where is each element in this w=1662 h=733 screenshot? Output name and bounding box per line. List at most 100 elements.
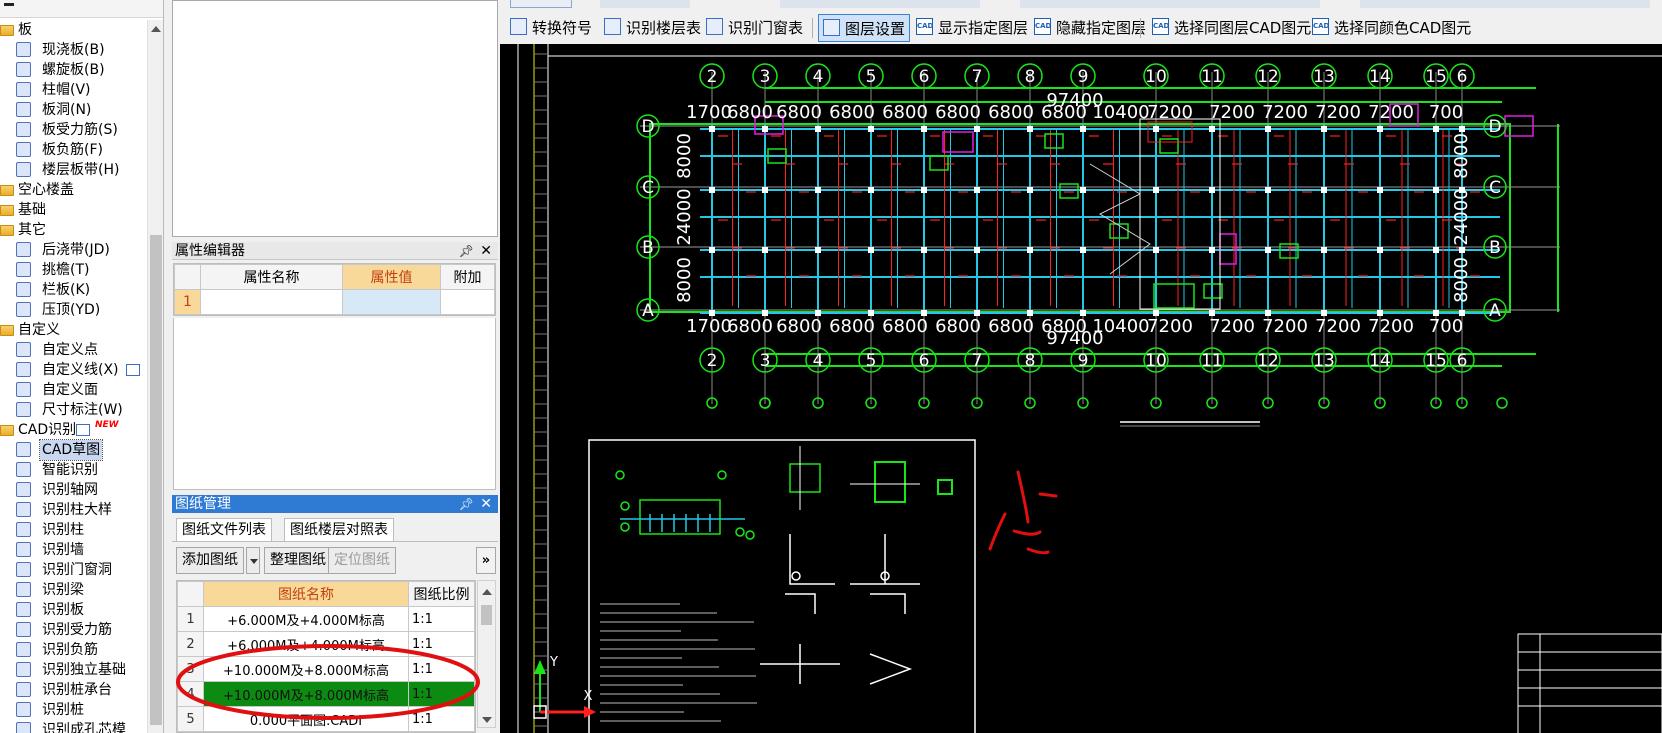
- tree-item-22[interactable]: 智能识别: [0, 460, 146, 480]
- tree-item-27[interactable]: 识别门窗洞: [0, 560, 146, 580]
- axis-number-top: 12: [1257, 67, 1279, 87]
- tree-item-label: 栏板(K): [42, 282, 91, 298]
- tree-item-31[interactable]: 识别负筋: [0, 640, 146, 660]
- dimension-bottom: 6800: [776, 316, 822, 337]
- tree-item-35[interactable]: 识别成孔芯模: [0, 720, 146, 733]
- locate-drawing-button[interactable]: 定位图纸: [328, 547, 396, 574]
- tree-item-label: 识别独立基础: [42, 662, 126, 678]
- tree-item-3[interactable]: 柱帽(V): [0, 80, 146, 100]
- toolbar-button-label: 隐藏指定图层: [1056, 19, 1147, 37]
- dimension-top: 7200: [1315, 102, 1361, 123]
- tab-drawing-file-list[interactable]: 图纸文件列表: [176, 518, 272, 542]
- axis-number-bottom: 6: [1457, 351, 1468, 371]
- tree-item-label: 自定义: [18, 322, 60, 338]
- select-same-color-button[interactable]: CAD 选择同颜色CAD图元: [1312, 14, 1471, 42]
- scrollbar-thumb[interactable]: [150, 235, 162, 725]
- folder-icon: [0, 185, 14, 196]
- axis-number-top: 8: [1025, 67, 1036, 87]
- scroll-up-icon[interactable]: [482, 589, 492, 595]
- drawing-row-number[interactable]: 1: [177, 606, 204, 632]
- property-value-header[interactable]: 属性值: [342, 264, 441, 290]
- tree-item-1[interactable]: 现浇板(B): [0, 40, 146, 60]
- tree-item-label: 板受力筋(S): [42, 122, 118, 138]
- tree-item-28[interactable]: 识别梁: [0, 580, 146, 600]
- tree-item-29[interactable]: 识别板: [0, 600, 146, 620]
- property-value-cell[interactable]: [342, 289, 441, 315]
- tree-item-5[interactable]: 板受力筋(S): [0, 120, 146, 140]
- axis-number-top: 6: [1457, 67, 1468, 87]
- property-extra-header[interactable]: 附加: [440, 264, 495, 290]
- tree-item-21[interactable]: CAD草图: [0, 439, 146, 461]
- scrollbar-thumb[interactable]: [481, 605, 492, 625]
- tree-item-34[interactable]: 识别桩: [0, 700, 146, 720]
- drawing-scale-cell[interactable]: 1:1: [408, 606, 475, 632]
- tree-item-17[interactable]: 自定义线(X): [0, 360, 146, 380]
- property-name-header[interactable]: 属性名称: [200, 264, 343, 290]
- tree-item-23[interactable]: 识别轴网: [0, 480, 146, 500]
- dimension-bottom: 6800: [988, 316, 1034, 337]
- tree-item-15[interactable]: 自定义: [0, 320, 146, 340]
- tree-item-13[interactable]: 栏板(K): [0, 280, 146, 300]
- tree-item-32[interactable]: 识别独立基础: [0, 660, 146, 680]
- convert-symbol-button[interactable]: 转换符号: [510, 14, 592, 42]
- tree-item-label: 智能识别: [42, 462, 98, 478]
- tree-scrollbar[interactable]: [147, 20, 163, 733]
- tree-item-2[interactable]: 螺旋板(B): [0, 60, 146, 80]
- tree-item-6[interactable]: 板负筋(F): [0, 140, 146, 160]
- close-icon[interactable]: ✕: [480, 495, 492, 513]
- column-mark: [868, 187, 874, 193]
- organize-drawing-button[interactable]: 整理图纸: [264, 547, 332, 574]
- tree-item-30[interactable]: 识别受力筋: [0, 620, 146, 640]
- tree-item-20[interactable]: CAD识别 NEW: [0, 420, 146, 440]
- property-name-cell[interactable]: [200, 289, 343, 315]
- layer-settings-button[interactable]: 图层设置: [818, 14, 911, 42]
- close-icon[interactable]: ✕: [480, 242, 492, 260]
- collapse-icon[interactable]: [4, 3, 14, 6]
- tree-item-18[interactable]: 自定义面: [0, 380, 146, 400]
- drawing-row[interactable]: 1 +6.000M及+4.000M标高 1:1: [177, 606, 475, 632]
- tree-item-0[interactable]: 板: [0, 20, 146, 40]
- tree-item-7[interactable]: 楼层板带(H): [0, 160, 146, 180]
- tree-item-19[interactable]: 尺寸标注(W): [0, 400, 146, 420]
- property-extra-cell[interactable]: [440, 289, 495, 315]
- recognize-door-window-table-button[interactable]: 识别门窗表: [706, 14, 803, 42]
- tab-drawing-floor-map[interactable]: 图纸楼层对照表: [284, 518, 394, 542]
- tree-item-16[interactable]: 自定义点: [0, 340, 146, 360]
- tree-item-12[interactable]: 挑檐(T): [0, 260, 146, 280]
- tree-item-11[interactable]: 后浇带(JD): [0, 240, 146, 260]
- tree-item-26[interactable]: 识别墙: [0, 540, 146, 560]
- add-drawing-dropdown[interactable]: [246, 547, 260, 574]
- grid-toggle-icon[interactable]: [76, 424, 90, 436]
- grid-toggle-icon[interactable]: [126, 364, 140, 376]
- property-grid: 属性名称 属性值 附加 1: [173, 263, 496, 316]
- tree-item-8[interactable]: 空心楼盖: [0, 180, 146, 200]
- tree-item-24[interactable]: 识别柱大样: [0, 500, 146, 520]
- drawing-scale-header[interactable]: 图纸比例: [408, 581, 475, 607]
- tree-item-10[interactable]: 其它: [0, 220, 146, 240]
- tree-item-label: 识别柱大样: [42, 502, 112, 518]
- tree-item-14[interactable]: 压顶(YD): [0, 300, 146, 320]
- tree-item-4[interactable]: 板洞(N): [0, 100, 146, 120]
- more-button[interactable]: »: [476, 547, 496, 574]
- tree-item-label: 板负筋(F): [42, 142, 103, 158]
- add-drawing-button[interactable]: 添加图纸: [176, 547, 244, 574]
- select-same-layer-button[interactable]: CAD 选择同图层CAD图元: [1152, 14, 1311, 42]
- show-layer-button[interactable]: CAD 显示指定图层: [916, 14, 1028, 42]
- column-mark: [762, 247, 768, 253]
- tree-item-9[interactable]: 基础: [0, 200, 146, 220]
- recognize-floor-table-button[interactable]: 识别楼层表: [604, 14, 701, 42]
- folder-icon: [0, 225, 14, 236]
- tree-item-25[interactable]: 识别柱: [0, 520, 146, 540]
- drawing-name-header[interactable]: 图纸名称: [203, 581, 409, 607]
- pin-icon[interactable]: 📌︎: [459, 495, 474, 513]
- tree-item-33[interactable]: 识别桩承台: [0, 680, 146, 700]
- drawing-name-cell[interactable]: +6.000M及+4.000M标高: [203, 606, 409, 632]
- property-editor-titlebar: 属性编辑器 📌︎ ✕: [172, 242, 498, 260]
- stair-outline: [1139, 118, 1221, 310]
- pin-icon[interactable]: 📌︎: [459, 242, 474, 260]
- hide-layer-button[interactable]: CAD 隐藏指定图层: [1034, 14, 1146, 42]
- scroll-up-icon[interactable]: [151, 26, 161, 32]
- cad-drawing-canvas[interactable]: 2 2 3 3 4 4 5 5 6 6 7 7 8 8 9 9 10 10 11 11 12 12 13 13 14 14 15 15…: [500, 44, 1662, 733]
- row-letter-left: C: [642, 178, 654, 198]
- custom-point-icon: [16, 342, 31, 357]
